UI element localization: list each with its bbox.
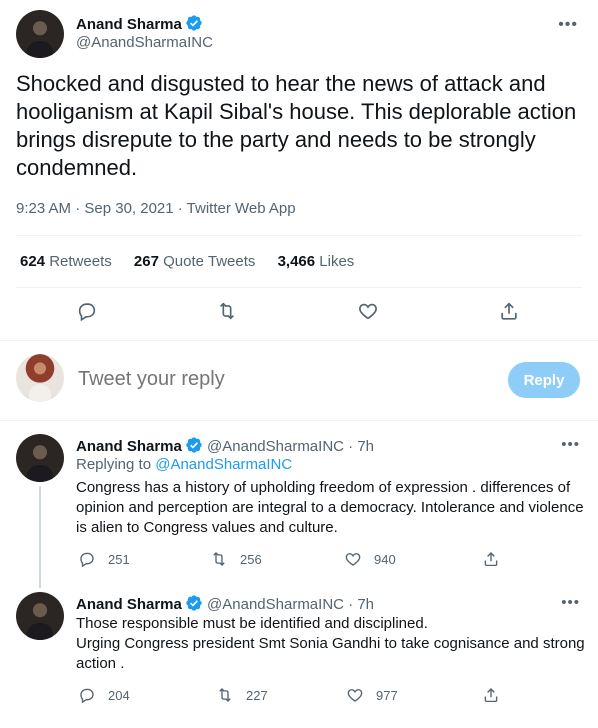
reply-icon bbox=[80, 688, 94, 704]
share-action[interactable] bbox=[482, 550, 512, 568]
more-options-icon[interactable]: ••• bbox=[558, 16, 578, 34]
tweet-action-bar bbox=[0, 296, 598, 330]
verified-badge-icon bbox=[185, 14, 203, 32]
thread-connector-line bbox=[39, 486, 41, 588]
reply-input[interactable] bbox=[78, 368, 378, 391]
reply-text-line: Those responsible must be identified and… bbox=[76, 615, 428, 632]
reply-text: Those responsible must be identified and… bbox=[76, 614, 588, 674]
tweet-text: Shocked and disgusted to hear the news o… bbox=[16, 71, 577, 180]
reply-action-bar: 251 256 940 bbox=[76, 550, 596, 572]
retweet-count: 227 bbox=[246, 687, 268, 703]
share-icon bbox=[484, 688, 498, 703]
reply-author-avatar[interactable] bbox=[16, 592, 64, 640]
reply-text: Congress has a history of upholding free… bbox=[76, 479, 584, 536]
author-name-text[interactable]: Anand Sharma bbox=[76, 16, 182, 33]
verified-badge-icon bbox=[185, 594, 203, 612]
retweet-action[interactable]: 227 bbox=[216, 686, 268, 704]
like-icon bbox=[347, 689, 363, 702]
like-icon bbox=[345, 553, 361, 566]
reply-icon[interactable] bbox=[76, 300, 102, 326]
thread-reply[interactable]: Anand Sharma @AnandSharmaINC · 7h ••• Th… bbox=[0, 592, 598, 722]
replying-to: Replying to @AnandSharmaINC bbox=[76, 456, 293, 473]
divider bbox=[16, 287, 582, 288]
like-action[interactable]: 940 bbox=[344, 550, 396, 568]
author-handle[interactable]: @AnandSharmaINC bbox=[76, 34, 213, 51]
quote-tweets-stat[interactable]: 267 Quote Tweets bbox=[134, 253, 255, 270]
like-count: 940 bbox=[374, 551, 396, 567]
author-name[interactable]: Anand Sharma bbox=[76, 14, 203, 33]
tweet-timestamp[interactable]: 9:23 AM · Sep 30, 2021 · Twitter Web App bbox=[16, 200, 296, 217]
likes-stat[interactable]: 3,466 Likes bbox=[278, 253, 355, 270]
divider bbox=[0, 420, 598, 421]
reply-author-name[interactable]: Anand Sharma bbox=[76, 438, 182, 455]
reply-header: Anand Sharma @AnandSharmaINC · 7h bbox=[76, 594, 374, 613]
user-avatar bbox=[16, 354, 64, 402]
replying-to-link[interactable]: @AnandSharmaINC bbox=[155, 456, 292, 473]
like-count: 977 bbox=[376, 687, 398, 703]
reply-author-handle[interactable]: @AnandSharmaINC bbox=[207, 438, 344, 455]
more-options-icon[interactable]: ••• bbox=[561, 436, 580, 453]
reply-count: 204 bbox=[108, 687, 130, 703]
reply-text-line: Urging Congress president Smt Sonia Gand… bbox=[76, 635, 585, 672]
retweet-icon[interactable] bbox=[216, 300, 242, 326]
retweets-stat[interactable]: 624 Retweets bbox=[20, 253, 112, 270]
reply-count: 251 bbox=[108, 551, 130, 567]
like-icon[interactable] bbox=[357, 300, 383, 326]
retweet-action[interactable]: 256 bbox=[210, 550, 262, 568]
more-options-icon[interactable]: ••• bbox=[561, 594, 580, 611]
reply-author-avatar[interactable] bbox=[16, 434, 64, 482]
retweet-count: 256 bbox=[240, 551, 262, 567]
reply-action[interactable]: 204 bbox=[78, 686, 130, 704]
retweet-icon bbox=[219, 688, 231, 702]
like-action[interactable]: 977 bbox=[346, 686, 398, 704]
author-avatar[interactable] bbox=[16, 10, 64, 58]
reply-action-bar: 204 227 977 bbox=[76, 686, 596, 708]
main-tweet-header: Anand Sharma @AnandSharmaINC ••• bbox=[16, 10, 582, 58]
reply-time[interactable]: · 7h bbox=[348, 438, 374, 455]
reply-action[interactable]: 251 bbox=[78, 550, 130, 568]
reply-time[interactable]: · 7h bbox=[348, 596, 374, 613]
thread-reply[interactable]: Anand Sharma @AnandSharmaINC · 7h ••• Re… bbox=[0, 434, 598, 588]
share-icon[interactable] bbox=[498, 300, 524, 326]
reply-author-handle[interactable]: @AnandSharmaINC bbox=[207, 596, 344, 613]
reply-composer: Reply bbox=[0, 342, 598, 420]
verified-badge-icon bbox=[185, 436, 203, 454]
divider bbox=[0, 340, 598, 341]
reply-button[interactable]: Reply bbox=[508, 362, 580, 398]
share-icon bbox=[484, 552, 498, 567]
divider bbox=[16, 235, 582, 236]
reply-author-name[interactable]: Anand Sharma bbox=[76, 596, 182, 613]
engagement-stats: 624 Retweets 267 Quote Tweets 3,466 Like… bbox=[20, 253, 372, 270]
reply-header: Anand Sharma @AnandSharmaINC · 7h bbox=[76, 436, 374, 455]
share-action[interactable] bbox=[482, 686, 512, 704]
reply-icon bbox=[80, 552, 94, 568]
retweet-icon bbox=[213, 552, 225, 566]
